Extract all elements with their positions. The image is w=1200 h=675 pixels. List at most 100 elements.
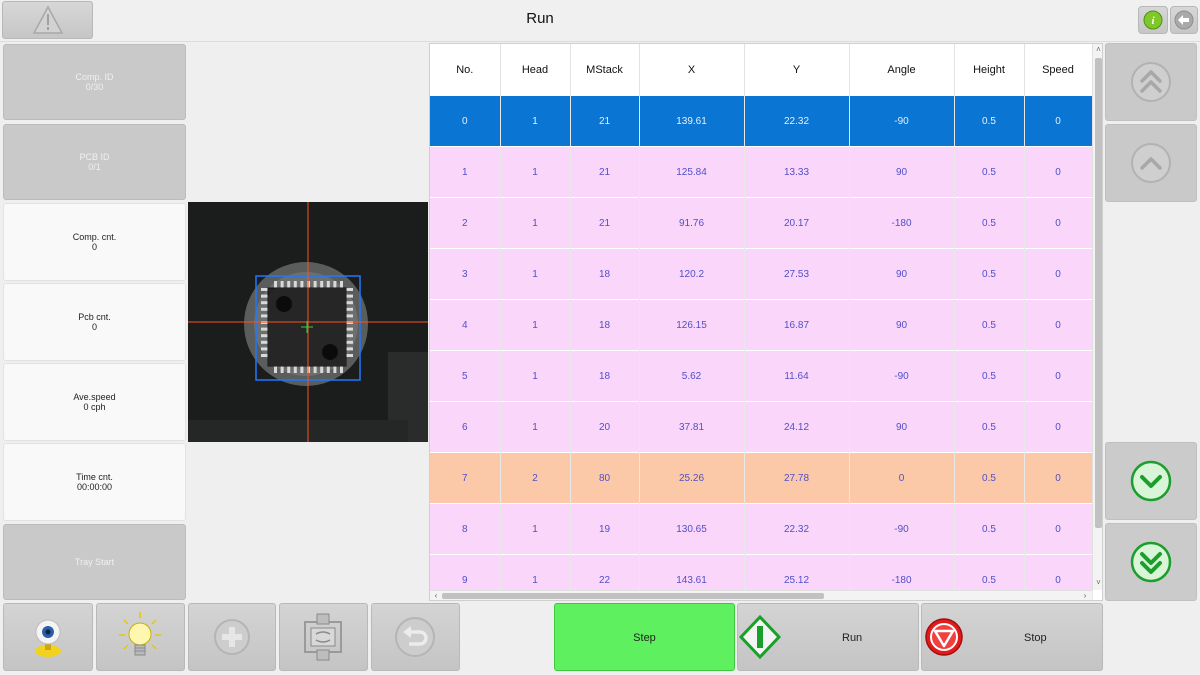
cell-height[interactable]: 0.5 [954,452,1025,504]
cell-angle[interactable]: -90 [849,503,955,555]
comp-id-box[interactable]: Comp. ID 0/30 [3,44,186,120]
cell-speed[interactable]: 0 [1024,197,1093,249]
cell-head[interactable]: 1 [500,248,571,300]
cell-y[interactable]: 11.64 [744,350,850,402]
cell-y[interactable]: 27.78 [744,452,850,504]
cell-x[interactable]: 37.81 [639,401,745,453]
cell-height[interactable]: 0.5 [954,248,1025,300]
cell-no[interactable]: 7 [430,452,501,504]
stop-button[interactable]: Stop [921,603,1103,671]
cell-head[interactable]: 1 [500,350,571,402]
cell-height[interactable]: 0.5 [954,350,1025,402]
cell-mstack[interactable]: 18 [570,248,640,300]
cell-head[interactable]: 1 [500,146,571,198]
table-row[interactable]: 2 1 21 91.76 20.17 -180 0.5 0 [430,197,1093,249]
table-row[interactable]: 0 1 21 139.61 22.32 -90 0.5 0 [430,95,1093,147]
cell-head[interactable]: 2 [500,452,571,504]
cell-angle[interactable]: -90 [849,95,955,147]
cell-angle[interactable]: -90 [849,350,955,402]
column-header-height[interactable]: Height [954,44,1025,96]
table-row[interactable]: 7 2 80 25.26 27.78 0 0.5 0 [430,452,1093,504]
light-button[interactable] [96,603,185,671]
camera-button[interactable] [3,603,93,671]
pcb-id-box[interactable]: PCB ID 0/1 [3,124,186,200]
cell-x[interactable]: 139.61 [639,95,745,147]
cell-speed[interactable]: 0 [1024,248,1093,300]
cell-no[interactable]: 3 [430,248,501,300]
cell-no[interactable]: 4 [430,299,501,351]
cell-head[interactable]: 1 [500,95,571,147]
cell-no[interactable]: 2 [430,197,501,249]
cell-angle[interactable]: -180 [849,197,955,249]
column-header-head[interactable]: Head [500,44,571,96]
cell-height[interactable]: 0.5 [954,197,1025,249]
cell-height[interactable]: 0.5 [954,503,1025,555]
row-down-button[interactable] [1105,442,1197,520]
row-up-button[interactable] [1105,124,1197,202]
vertical-scroll-thumb[interactable] [1095,58,1102,528]
table-row[interactable]: 6 1 20 37.81 24.12 90 0.5 0 [430,401,1093,453]
nozzle-change-button[interactable] [279,603,368,671]
cell-x[interactable]: 25.26 [639,452,745,504]
vertical-scrollbar[interactable]: ˄ ˅ [1092,44,1102,590]
cell-y[interactable]: 16.87 [744,299,850,351]
undo-button[interactable] [371,603,460,671]
cell-mstack[interactable]: 21 [570,95,640,147]
run-button[interactable]: Run [737,603,919,671]
cell-y[interactable]: 22.32 [744,503,850,555]
step-button[interactable]: Step [554,603,735,671]
table-row[interactable]: 4 1 18 126.15 16.87 90 0.5 0 [430,299,1093,351]
cell-speed[interactable]: 0 [1024,401,1093,453]
cell-speed[interactable]: 0 [1024,146,1093,198]
cell-angle[interactable]: 90 [849,401,955,453]
table-row[interactable]: 5 1 18 5.62 11.64 -90 0.5 0 [430,350,1093,402]
cell-y[interactable]: 27.53 [744,248,850,300]
info-button[interactable]: i [1138,6,1168,34]
cell-no[interactable]: 8 [430,503,501,555]
cell-x[interactable]: 125.84 [639,146,745,198]
table-row[interactable]: 8 1 19 130.65 22.32 -90 0.5 0 [430,503,1093,555]
table-row[interactable]: 1 1 21 125.84 13.33 90 0.5 0 [430,146,1093,198]
cell-speed[interactable]: 0 [1024,350,1093,402]
cell-y[interactable]: 20.17 [744,197,850,249]
cell-height[interactable]: 0.5 [954,95,1025,147]
back-button[interactable] [1170,6,1198,34]
scroll-right-arrow-icon[interactable]: › [1080,591,1090,600]
column-header-speed[interactable]: Speed [1024,44,1093,96]
cell-angle[interactable]: 90 [849,299,955,351]
cell-speed[interactable]: 0 [1024,452,1093,504]
scroll-up-arrow-icon[interactable]: ˄ [1093,45,1102,55]
cell-mstack[interactable]: 21 [570,146,640,198]
cell-height[interactable]: 0.5 [954,299,1025,351]
cell-x[interactable]: 130.65 [639,503,745,555]
horizontal-scroll-thumb[interactable] [442,593,824,599]
cell-angle[interactable]: 90 [849,146,955,198]
cell-no[interactable]: 6 [430,401,501,453]
cell-height[interactable]: 0.5 [954,401,1025,453]
cell-x[interactable]: 126.15 [639,299,745,351]
cell-x[interactable]: 5.62 [639,350,745,402]
cell-speed[interactable]: 0 [1024,503,1093,555]
cell-speed[interactable]: 0 [1024,95,1093,147]
cell-y[interactable]: 24.12 [744,401,850,453]
cell-mstack[interactable]: 18 [570,299,640,351]
warning-button[interactable] [2,1,93,39]
table-row[interactable]: 3 1 18 120.2 27.53 90 0.5 0 [430,248,1093,300]
cell-no[interactable]: 0 [430,95,501,147]
column-header-y[interactable]: Y [744,44,850,96]
page-bottom-button[interactable] [1105,523,1197,601]
cell-angle[interactable]: 90 [849,248,955,300]
cell-mstack[interactable]: 21 [570,197,640,249]
tray-start-button[interactable]: Tray Start [3,524,186,600]
horizontal-scrollbar[interactable]: ‹ › [430,590,1092,600]
cell-x[interactable]: 91.76 [639,197,745,249]
cell-speed[interactable]: 0 [1024,299,1093,351]
cell-height[interactable]: 0.5 [954,146,1025,198]
add-button[interactable] [188,603,276,671]
cell-no[interactable]: 5 [430,350,501,402]
cell-mstack[interactable]: 80 [570,452,640,504]
cell-y[interactable]: 22.32 [744,95,850,147]
column-header-x[interactable]: X [639,44,745,96]
cell-no[interactable]: 1 [430,146,501,198]
cell-mstack[interactable]: 19 [570,503,640,555]
